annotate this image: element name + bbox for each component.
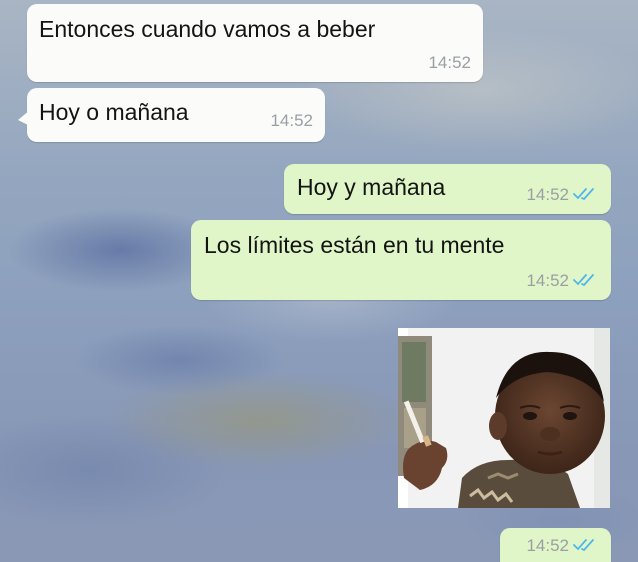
message-text: Hoy o mañana [39, 99, 189, 125]
outgoing-message-bubble[interactable]: Hoy y mañana 14:52 [284, 164, 611, 214]
sticker-image[interactable] [398, 328, 610, 508]
bubble-tail [18, 110, 30, 126]
double-check-read-icon [573, 539, 594, 552]
message-timestamp: 14:52 [270, 111, 313, 130]
incoming-message-bubble[interactable]: Hoy o mañana 14:52 [18, 88, 325, 142]
message-timestamp: 14:52 [428, 53, 471, 72]
double-check-read-icon [573, 274, 594, 287]
message-text: Entonces cuando vamos a beber [39, 16, 376, 42]
sticker-timestamp-bubble: 14:52 [500, 528, 611, 562]
boy-smoking-cigarette-sticker [398, 328, 610, 508]
message-time: 14:52 [526, 536, 569, 555]
double-check-read-icon [573, 188, 594, 201]
incoming-message-bubble[interactable]: Entonces cuando vamos a beber 14:52 [27, 4, 483, 82]
message-text: Los límites están en tu mente [204, 232, 505, 258]
message-text: Hoy y mañana [297, 174, 446, 200]
message-timestamp: 14:52 [526, 185, 599, 205]
outgoing-message-bubble[interactable]: Los límites están en tu mente 14:52 [191, 220, 611, 300]
message-time: 14:52 [526, 271, 569, 290]
message-timestamp: 14:52 [526, 536, 599, 556]
message-time: 14:52 [526, 185, 569, 204]
message-timestamp: 14:52 [526, 271, 599, 291]
